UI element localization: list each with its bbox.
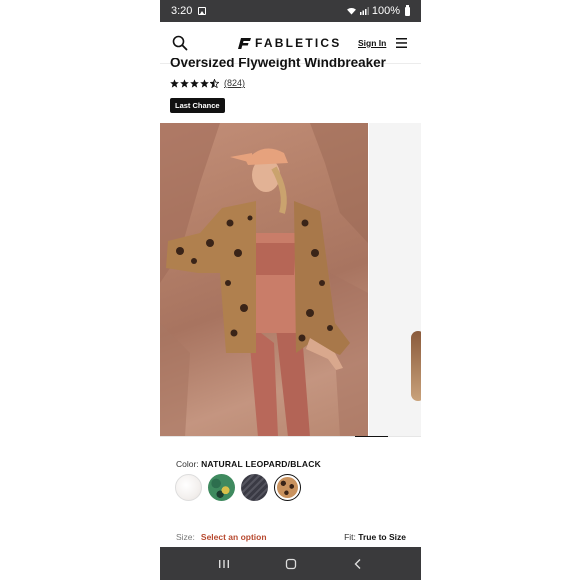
swatch-charcoal-stripe[interactable] bbox=[241, 474, 268, 501]
swatch-natural-leopard-selected[interactable] bbox=[274, 474, 301, 501]
home-icon[interactable] bbox=[284, 557, 298, 571]
status-time: 3:20 bbox=[171, 5, 193, 17]
back-icon[interactable] bbox=[351, 557, 365, 571]
swatch-green-print[interactable] bbox=[208, 474, 235, 501]
battery-text: 100% bbox=[371, 5, 400, 17]
logo-icon bbox=[238, 37, 251, 49]
half-star-icon bbox=[210, 78, 219, 88]
product-title-text: Oversized Flyweight Windbreaker bbox=[170, 58, 386, 70]
product-image-gallery[interactable] bbox=[160, 123, 421, 437]
color-swatches bbox=[175, 474, 301, 501]
search-icon[interactable] bbox=[172, 35, 188, 51]
status-right: 100% bbox=[346, 4, 410, 17]
product-title: Oversized Flyweight Windbreaker bbox=[170, 58, 386, 72]
selected-color-name: NATURAL LEOPARD/BLACK bbox=[201, 459, 321, 469]
fit-value: True to Size bbox=[358, 532, 406, 542]
swatch-white[interactable] bbox=[175, 474, 202, 501]
wifi-icon bbox=[346, 7, 356, 15]
swatch-leopard-fill bbox=[277, 477, 298, 498]
image-icon bbox=[198, 7, 207, 15]
menu-icon[interactable] bbox=[396, 38, 407, 48]
fit-info: Fit: True to Size bbox=[344, 532, 406, 542]
logo-text: FABLETICS bbox=[255, 36, 342, 50]
fit-label: Fit: bbox=[344, 532, 356, 542]
sign-in-link[interactable]: Sign In bbox=[358, 38, 386, 48]
phone-screen: 3:20 100% FABLETICS Sign In Oversized Fl… bbox=[160, 0, 421, 580]
battery-icon bbox=[405, 4, 410, 16]
star-icon bbox=[190, 78, 199, 88]
android-nav-bar bbox=[160, 547, 421, 580]
model-illustration bbox=[160, 123, 368, 437]
size-label: Size: bbox=[176, 532, 195, 542]
status-bar: 3:20 100% bbox=[160, 0, 421, 22]
recents-icon[interactable] bbox=[217, 557, 231, 571]
star-icon bbox=[200, 78, 209, 88]
size-select-option[interactable]: Select an option bbox=[201, 532, 267, 542]
size-row: Size: Select an option Fit: True to Size bbox=[176, 532, 406, 542]
color-label-prefix: Color: bbox=[176, 459, 199, 469]
next-photo-preview bbox=[411, 331, 421, 401]
product-photo-main[interactable] bbox=[160, 123, 368, 437]
gallery-scroll-indicator bbox=[355, 436, 388, 437]
color-label: Color: NATURAL LEOPARD/BLACK bbox=[176, 459, 321, 469]
star-icon bbox=[170, 78, 179, 88]
product-rating[interactable]: (824) bbox=[170, 78, 245, 88]
last-chance-badge: Last Chance bbox=[170, 98, 225, 113]
product-photo-next[interactable] bbox=[369, 123, 421, 437]
review-count-link[interactable]: (824) bbox=[224, 78, 245, 88]
signal-icon bbox=[359, 7, 369, 15]
star-icon bbox=[180, 78, 189, 88]
fabletics-logo[interactable]: FABLETICS bbox=[238, 36, 341, 50]
